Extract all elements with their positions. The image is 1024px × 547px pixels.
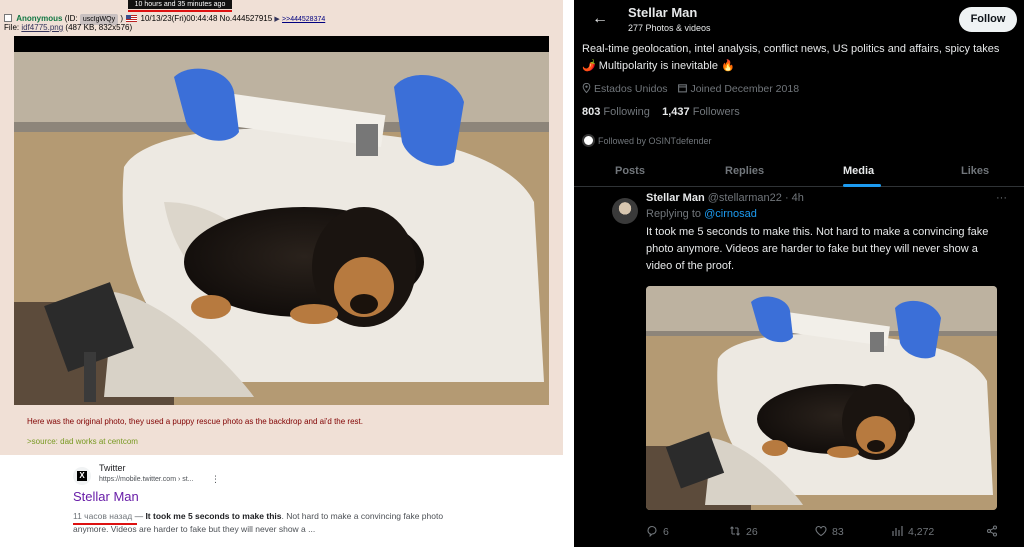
profile-tabs: Posts Replies Media Likes (574, 157, 1024, 187)
tab-replies[interactable]: Replies (725, 165, 764, 177)
profile-joined: Joined December 2018 (678, 83, 799, 95)
like-count: 83 (832, 526, 844, 538)
post-image[interactable] (14, 36, 549, 405)
result-snippet-bold: It took me 5 seconds to make this (145, 511, 282, 521)
repost-icon (730, 526, 740, 536)
file-prefix: File: (4, 23, 20, 32)
poster-id-prefix: (ID: (64, 14, 78, 23)
replying-handle-link[interactable]: @cirnosad (704, 208, 757, 220)
calendar-icon (678, 84, 688, 93)
puppy-photo (14, 52, 549, 405)
post-datetime: 10/13/23(Fri)00:44:48 (140, 14, 218, 23)
result-menu-icon[interactable]: ⋮ (211, 474, 220, 485)
file-meta: (487 KB, 832x576) (65, 23, 133, 32)
date-red-underline (73, 523, 137, 525)
followed-by-text: Followed by OSINTdefender (598, 136, 712, 146)
views-icon (892, 526, 903, 536)
profile-location: Estados Unidos (582, 83, 668, 95)
joined-text: Joined December 2018 (690, 83, 800, 95)
followers-count: 1,437 (662, 106, 690, 118)
greentext-line: >source: dad works at centcom (27, 437, 138, 446)
result-title-link[interactable]: Stellar Man (73, 489, 139, 504)
repost-action[interactable]: 26 (729, 525, 758, 538)
file-link[interactable]: idf4775.png (21, 23, 63, 32)
profile-meta: Estados Unidos Joined December 2018 (582, 83, 807, 95)
following-link[interactable]: 803 Following (582, 106, 650, 118)
post-menu-arrow-icon[interactable]: ▶ (274, 16, 279, 23)
timestamp-tooltip: 10 hours and 35 minutes ago (128, 0, 232, 9)
repost-count: 26 (746, 526, 758, 538)
tooltip-red-underline (128, 10, 232, 12)
result-separator: — (132, 511, 146, 521)
reply-count: 6 (663, 526, 669, 538)
tweet-image[interactable] (646, 286, 997, 510)
location-text: Estados Unidos (594, 83, 668, 95)
like-action[interactable]: 83 (815, 525, 844, 538)
us-flag-icon (126, 15, 138, 22)
back-arrow-icon[interactable]: ← (592, 9, 608, 29)
poster-name: Anonymous (16, 14, 63, 23)
backlink[interactable]: >>444528374 (282, 16, 325, 23)
active-tab-indicator (843, 184, 881, 187)
tweet-more-icon[interactable]: ··· (996, 192, 1007, 204)
profile-media-count: 277 Photos & videos (628, 23, 711, 33)
tab-likes[interactable]: Likes (961, 165, 989, 177)
reply-icon (647, 525, 657, 538)
views-count: 4,272 (908, 526, 935, 538)
checkbox-icon[interactable] (4, 14, 12, 22)
followers-label: Followers (692, 106, 740, 118)
left-composite-panel: 10 hours and 35 minutes ago Anonymous (I… (0, 0, 563, 547)
reply-action[interactable]: 6 (646, 525, 669, 538)
x-logo-letter: X (77, 471, 87, 481)
follower-avatar (582, 134, 595, 147)
post-number[interactable]: No.444527915 (220, 14, 273, 23)
tab-media[interactable]: Media (843, 165, 874, 177)
poster-id-suffix: ) (120, 14, 124, 23)
share-action[interactable] (986, 525, 1003, 538)
tab-posts[interactable]: Posts (615, 165, 645, 177)
post-comment: Here was the original photo, they used a… (27, 417, 363, 426)
search-result: X Twitter https://mobile.twitter.com › s… (73, 462, 473, 542)
tweet-handle-time: @stellarman22 · 4h (704, 192, 804, 204)
heart-icon (815, 525, 827, 537)
follow-button[interactable]: Follow (959, 7, 1017, 32)
location-pin-icon (582, 83, 591, 93)
result-date: 11 часов назад (73, 511, 133, 521)
profile-stats: 803 Following 1,437 Followers (582, 106, 740, 118)
result-site-name: Twitter (99, 463, 126, 473)
puppy-photo-copy (646, 286, 997, 510)
profile-bio: Real-time geolocation, intel analysis, c… (582, 43, 1000, 72)
followed-by[interactable]: Followed by OSINTdefender (582, 134, 712, 147)
x-logo-icon: X (73, 467, 91, 485)
file-info-line: File: idf4775.png (487 KB, 832x576) (4, 23, 132, 33)
replying-to: Replying to @cirnosad (646, 208, 757, 220)
imageboard-post: 10 hours and 35 minutes ago Anonymous (I… (0, 0, 563, 455)
following-label: Following (603, 106, 650, 118)
profile-header-name: Stellar Man (628, 5, 698, 20)
tweet-header: Stellar Man @stellarman22 · 4h (646, 192, 804, 204)
followers-link[interactable]: 1,437 Followers (662, 106, 740, 118)
tweet-author-name[interactable]: Stellar Man (646, 192, 705, 204)
share-icon (986, 525, 998, 537)
tweet-text: It took me 5 seconds to make this. Not h… (646, 226, 989, 272)
views-action[interactable]: 4,272 (891, 525, 934, 538)
x-profile-panel: ← Stellar Man 277 Photos & videos Follow… (574, 0, 1024, 547)
result-url[interactable]: https://mobile.twitter.com › st... (99, 476, 194, 483)
replying-prefix: Replying to (646, 208, 705, 220)
tweet-actions: 6 26 83 4,272 (646, 525, 1006, 541)
tweet-avatar[interactable] (612, 198, 638, 224)
following-count: 803 (582, 106, 601, 118)
